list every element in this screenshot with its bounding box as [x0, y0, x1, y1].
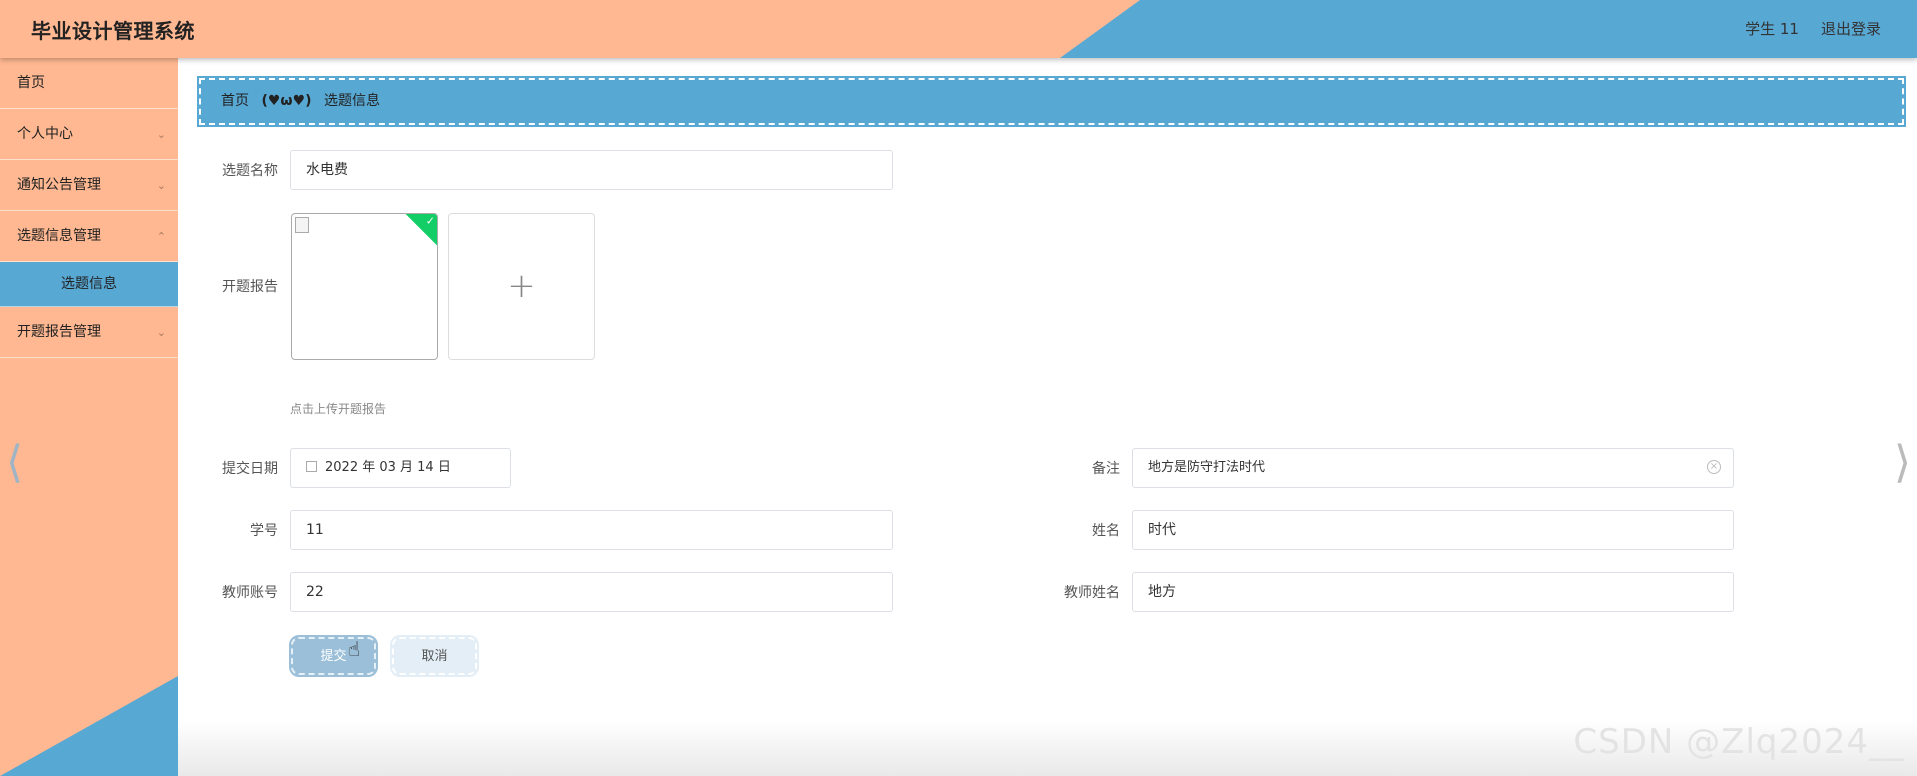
chevron-up-icon: ⌃: [156, 230, 166, 243]
sidebar-subitem-label: 选题信息: [61, 276, 117, 292]
chevron-left-icon[interactable]: ⟨: [6, 437, 23, 488]
upload-tip: 点击上传开题报告: [290, 402, 387, 416]
upload-add-button[interactable]: +: [448, 213, 595, 360]
sidebar-item-label: 首页: [17, 75, 45, 91]
sidebar-corner-decoration: [0, 676, 178, 776]
teacher-account-label: 教师账号: [222, 585, 278, 601]
check-icon: ✓: [425, 214, 435, 228]
clear-icon[interactable]: ×: [1707, 460, 1721, 474]
breadcrumb-separator: (♥ω♥): [261, 93, 312, 109]
sidebar-subitem-topic-info[interactable]: 选题信息: [0, 262, 178, 307]
sidebar-item-label: 通知公告管理: [17, 177, 101, 193]
breadcrumb: 首页 (♥ω♥) 选题信息: [197, 76, 1906, 127]
chevron-down-icon: ⌄: [156, 326, 166, 339]
student-id-label: 学号: [250, 523, 278, 539]
remark-input[interactable]: 地方是防守打法时代 ×: [1132, 448, 1734, 488]
teacher-name-input[interactable]: 地方: [1132, 572, 1734, 612]
sidebar-item-label: 选题信息管理: [17, 228, 101, 244]
cancel-button[interactable]: 取消: [390, 635, 479, 677]
sidebar-item-proposal-management[interactable]: 开题报告管理 ⌄: [0, 307, 178, 358]
upload-success-badge: ✓: [405, 214, 437, 247]
hand-cursor-icon: ☝: [348, 637, 361, 661]
breadcrumb-home[interactable]: 首页: [221, 93, 249, 109]
topic-name-input[interactable]: 水电费: [290, 150, 893, 190]
plus-icon: +: [507, 266, 536, 306]
sidebar-item-label: 开题报告管理: [17, 324, 101, 340]
topic-name-label: 选题名称: [222, 163, 278, 179]
top-right-actions: 学生 11 退出登录: [1745, 18, 1881, 39]
app-title: 毕业设计管理系统: [31, 19, 195, 43]
sidebar-item-topic-management[interactable]: 选题信息管理 ⌃: [0, 211, 178, 262]
remark-value: 地方是防守打法时代: [1148, 460, 1266, 475]
chevron-down-icon: ⌄: [156, 179, 166, 192]
chevron-down-icon: ⌄: [156, 128, 166, 141]
submit-date-label: 提交日期: [222, 461, 278, 477]
broken-image-icon: [295, 217, 309, 233]
user-label[interactable]: 学生 11: [1745, 18, 1799, 39]
submit-date-value: 2022 年 03 月 14 日: [325, 460, 451, 475]
remark-label: 备注: [1092, 461, 1120, 477]
teacher-account-input[interactable]: 22: [290, 572, 893, 612]
student-name-label: 姓名: [1092, 523, 1120, 539]
logout-button[interactable]: 退出登录: [1821, 18, 1881, 39]
breadcrumb-current: 选题信息: [323, 93, 380, 109]
sidebar-item-home[interactable]: 首页: [0, 58, 178, 109]
submit-date-picker[interactable]: 2022 年 03 月 14 日: [290, 448, 511, 488]
sidebar-item-notice-management[interactable]: 通知公告管理 ⌄: [0, 160, 178, 211]
watermark: CSDN @Zlq2024__: [1573, 722, 1905, 762]
student-id-input[interactable]: 11: [290, 510, 893, 550]
proposal-report-label: 开题报告: [222, 279, 278, 295]
sidebar: 首页 个人中心 ⌄ 通知公告管理 ⌄ 选题信息管理 ⌃ 选题信息 开题报告管理 …: [0, 58, 178, 776]
student-name-input[interactable]: 时代: [1132, 510, 1734, 550]
uploaded-file-thumbnail[interactable]: ✓: [291, 213, 438, 360]
top-bar: 毕业设计管理系统 学生 11 退出登录: [0, 0, 1917, 58]
sidebar-item-label: 个人中心: [17, 126, 73, 142]
chevron-right-icon[interactable]: ⟩: [1894, 437, 1911, 488]
submit-button[interactable]: 提交: [289, 635, 378, 677]
sidebar-item-personal-center[interactable]: 个人中心 ⌄: [0, 109, 178, 160]
calendar-icon: [306, 461, 317, 472]
teacher-name-label: 教师姓名: [1064, 585, 1120, 601]
